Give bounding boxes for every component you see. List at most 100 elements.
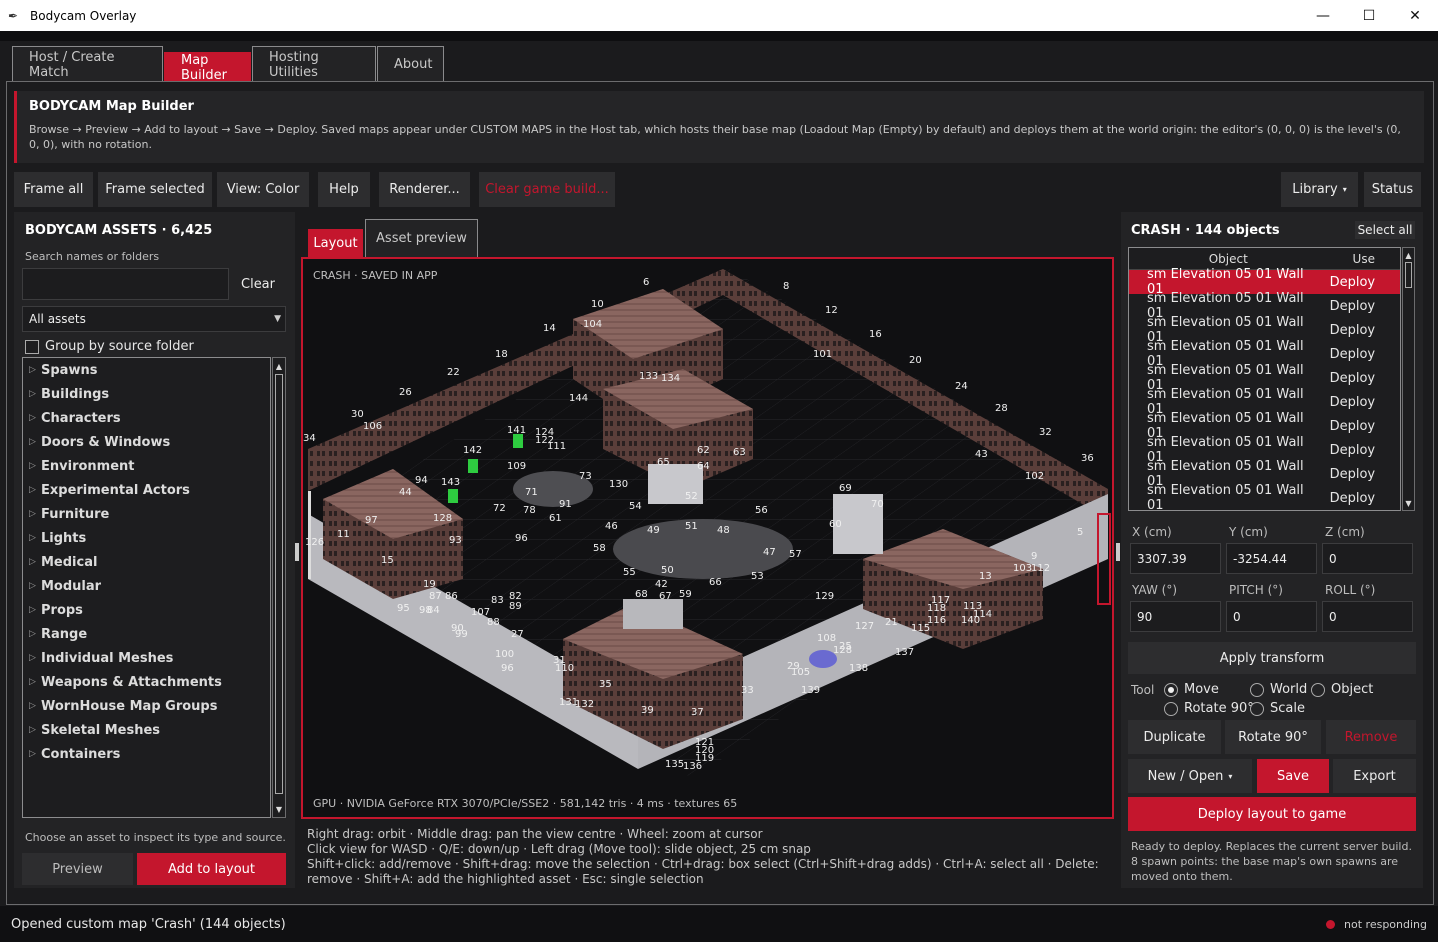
3d-viewport[interactable]: 6 8 10 12 14 104 16 18 101 20 22 133 134 24 26 144 28 30 1… bbox=[301, 257, 1114, 819]
tab-about[interactable]: About bbox=[377, 46, 444, 82]
col-object[interactable]: Object bbox=[1129, 252, 1328, 266]
minimize-button[interactable]: — bbox=[1300, 0, 1346, 31]
object-index-label: 96 bbox=[515, 533, 528, 544]
expand-arrow-icon[interactable]: ▷ bbox=[29, 581, 41, 591]
frame-all-button[interactable]: Frame all bbox=[14, 172, 93, 207]
tree-scrollbar[interactable]: ▲ ▼ bbox=[272, 357, 286, 818]
pitch-input[interactable]: 0 bbox=[1226, 601, 1317, 632]
expand-arrow-icon[interactable]: ▷ bbox=[29, 509, 41, 519]
tree-item[interactable]: ▷ Individual Meshes bbox=[23, 646, 270, 670]
expand-arrow-icon[interactable]: ▷ bbox=[29, 725, 41, 735]
library-button[interactable]: Library ▾ bbox=[1281, 172, 1358, 207]
maximize-button[interactable]: ☐ bbox=[1346, 0, 1392, 31]
tree-item[interactable]: ▷ Buildings bbox=[23, 382, 270, 406]
expand-arrow-icon[interactable]: ▷ bbox=[29, 653, 41, 663]
expand-arrow-icon[interactable]: ▷ bbox=[29, 701, 41, 711]
expand-arrow-icon[interactable]: ▷ bbox=[29, 605, 41, 615]
tree-item[interactable]: ▷ Spawns bbox=[23, 358, 270, 382]
remove-button[interactable]: Remove bbox=[1326, 720, 1416, 754]
expand-arrow-icon[interactable]: ▷ bbox=[29, 485, 41, 495]
tree-item[interactable]: ▷ Modular bbox=[23, 574, 270, 598]
help-button[interactable]: Help bbox=[318, 172, 370, 207]
tree-item[interactable]: ▷ Skeletal Meshes bbox=[23, 718, 270, 742]
roll-input[interactable]: 0 bbox=[1322, 601, 1413, 632]
clear-search-button[interactable]: Clear bbox=[231, 268, 285, 300]
scroll-down-icon[interactable]: ▼ bbox=[1403, 497, 1414, 509]
apply-transform-button[interactable]: Apply transform bbox=[1128, 642, 1416, 674]
tab-host-create-match[interactable]: Host / Create Match bbox=[12, 46, 163, 82]
select-all-button[interactable]: Select all bbox=[1355, 221, 1415, 239]
tree-item[interactable]: ▷ Characters bbox=[23, 406, 270, 430]
tree-item[interactable]: ▷ Doors & Windows bbox=[23, 430, 270, 454]
spawn-marker[interactable] bbox=[513, 434, 523, 448]
col-use[interactable]: Use bbox=[1328, 252, 1400, 266]
tree-item[interactable]: ▷ Range bbox=[23, 622, 270, 646]
tree-item[interactable]: ▷ Furniture bbox=[23, 502, 270, 526]
x-input[interactable]: 3307.39 bbox=[1130, 543, 1221, 574]
expand-arrow-icon[interactable]: ▷ bbox=[29, 365, 41, 375]
expand-arrow-icon[interactable]: ▷ bbox=[29, 437, 41, 447]
space-object-radio[interactable]: Object bbox=[1311, 682, 1373, 697]
expand-arrow-icon[interactable]: ▷ bbox=[29, 749, 41, 759]
scroll-up-icon[interactable]: ▲ bbox=[1403, 249, 1414, 261]
y-input[interactable]: -3254.44 bbox=[1226, 543, 1317, 574]
left-splitter-handle[interactable] bbox=[295, 543, 299, 561]
tree-item[interactable]: ▷ Experimental Actors bbox=[23, 478, 270, 502]
object-index-label: 43 bbox=[975, 449, 988, 460]
tree-item[interactable]: ▷ Containers bbox=[23, 742, 270, 766]
scroll-thumb[interactable] bbox=[275, 374, 283, 794]
group-by-folder-checkbox[interactable]: Group by source folder bbox=[25, 339, 194, 354]
duplicate-button[interactable]: Duplicate bbox=[1128, 720, 1221, 754]
renderer-button[interactable]: Renderer... bbox=[379, 172, 470, 207]
object-index-label: 63 bbox=[733, 447, 746, 458]
yaw-input[interactable]: 90 bbox=[1130, 601, 1221, 632]
tab-map-builder[interactable]: Map Builder bbox=[164, 52, 251, 83]
preview-button[interactable]: Preview bbox=[22, 853, 133, 885]
tab-asset-preview[interactable]: Asset preview bbox=[365, 219, 478, 257]
clear-game-build-button[interactable]: Clear game build... bbox=[479, 172, 615, 207]
tree-item[interactable]: ▷ Lights bbox=[23, 526, 270, 550]
tab-hosting-utilities[interactable]: Hosting Utilities bbox=[252, 46, 376, 82]
status-button[interactable]: Status bbox=[1364, 172, 1421, 207]
expand-arrow-icon[interactable]: ▷ bbox=[29, 413, 41, 423]
tab-layout[interactable]: Layout bbox=[308, 229, 363, 257]
tree-item[interactable]: ▷ Props bbox=[23, 598, 270, 622]
scroll-up-icon[interactable]: ▲ bbox=[273, 360, 285, 372]
expand-arrow-icon[interactable]: ▷ bbox=[29, 557, 41, 567]
close-button[interactable]: ✕ bbox=[1392, 0, 1438, 31]
save-button[interactable]: Save bbox=[1257, 759, 1329, 793]
tree-item[interactable]: ▷ Environment bbox=[23, 454, 270, 478]
tool-rotate-radio[interactable]: Rotate 90° bbox=[1164, 701, 1254, 716]
tool-scale-radio[interactable]: Scale bbox=[1250, 701, 1305, 716]
spawn-marker[interactable] bbox=[468, 459, 478, 473]
expand-arrow-icon[interactable]: ▷ bbox=[29, 461, 41, 471]
object-index-label: 11 bbox=[337, 529, 350, 540]
new-open-button[interactable]: New / Open ▾ bbox=[1128, 759, 1252, 793]
expand-arrow-icon[interactable]: ▷ bbox=[29, 533, 41, 543]
tree-item[interactable]: ▷ WornHouse Map Groups bbox=[23, 694, 270, 718]
tool-move-radio[interactable]: Move bbox=[1164, 682, 1219, 697]
deploy-layout-button[interactable]: Deploy layout to game bbox=[1128, 797, 1416, 831]
export-button[interactable]: Export bbox=[1333, 759, 1416, 793]
asset-filter-select[interactable]: All assets ▼ bbox=[22, 306, 286, 332]
object-index-label: 127 bbox=[855, 621, 875, 632]
view-color-button[interactable]: View: Color bbox=[217, 172, 309, 207]
scroll-thumb[interactable] bbox=[1405, 262, 1412, 288]
app-feather-icon: ✒ bbox=[8, 8, 19, 23]
right-splitter-handle[interactable] bbox=[1116, 543, 1120, 561]
object-list-scrollbar[interactable]: ▲ ▼ bbox=[1402, 247, 1415, 511]
expand-arrow-icon[interactable]: ▷ bbox=[29, 677, 41, 687]
z-input[interactable]: 0 bbox=[1322, 543, 1413, 574]
spawn-marker[interactable] bbox=[448, 489, 458, 503]
scroll-down-icon[interactable]: ▼ bbox=[273, 803, 285, 815]
asset-search-input[interactable] bbox=[22, 268, 229, 300]
rotate-90-button[interactable]: Rotate 90° bbox=[1225, 720, 1321, 754]
expand-arrow-icon[interactable]: ▷ bbox=[29, 629, 41, 639]
frame-selected-button[interactable]: Frame selected bbox=[98, 172, 212, 207]
space-world-radio[interactable]: World bbox=[1250, 682, 1307, 697]
tree-item[interactable]: ▷ Weapons & Attachments bbox=[23, 670, 270, 694]
object-row[interactable]: sm Elevation 05 01 Wall 01 Deploy bbox=[1129, 483, 1400, 510]
tree-item[interactable]: ▷ Medical bbox=[23, 550, 270, 574]
expand-arrow-icon[interactable]: ▷ bbox=[29, 389, 41, 399]
add-to-layout-button[interactable]: Add to layout bbox=[137, 853, 286, 885]
